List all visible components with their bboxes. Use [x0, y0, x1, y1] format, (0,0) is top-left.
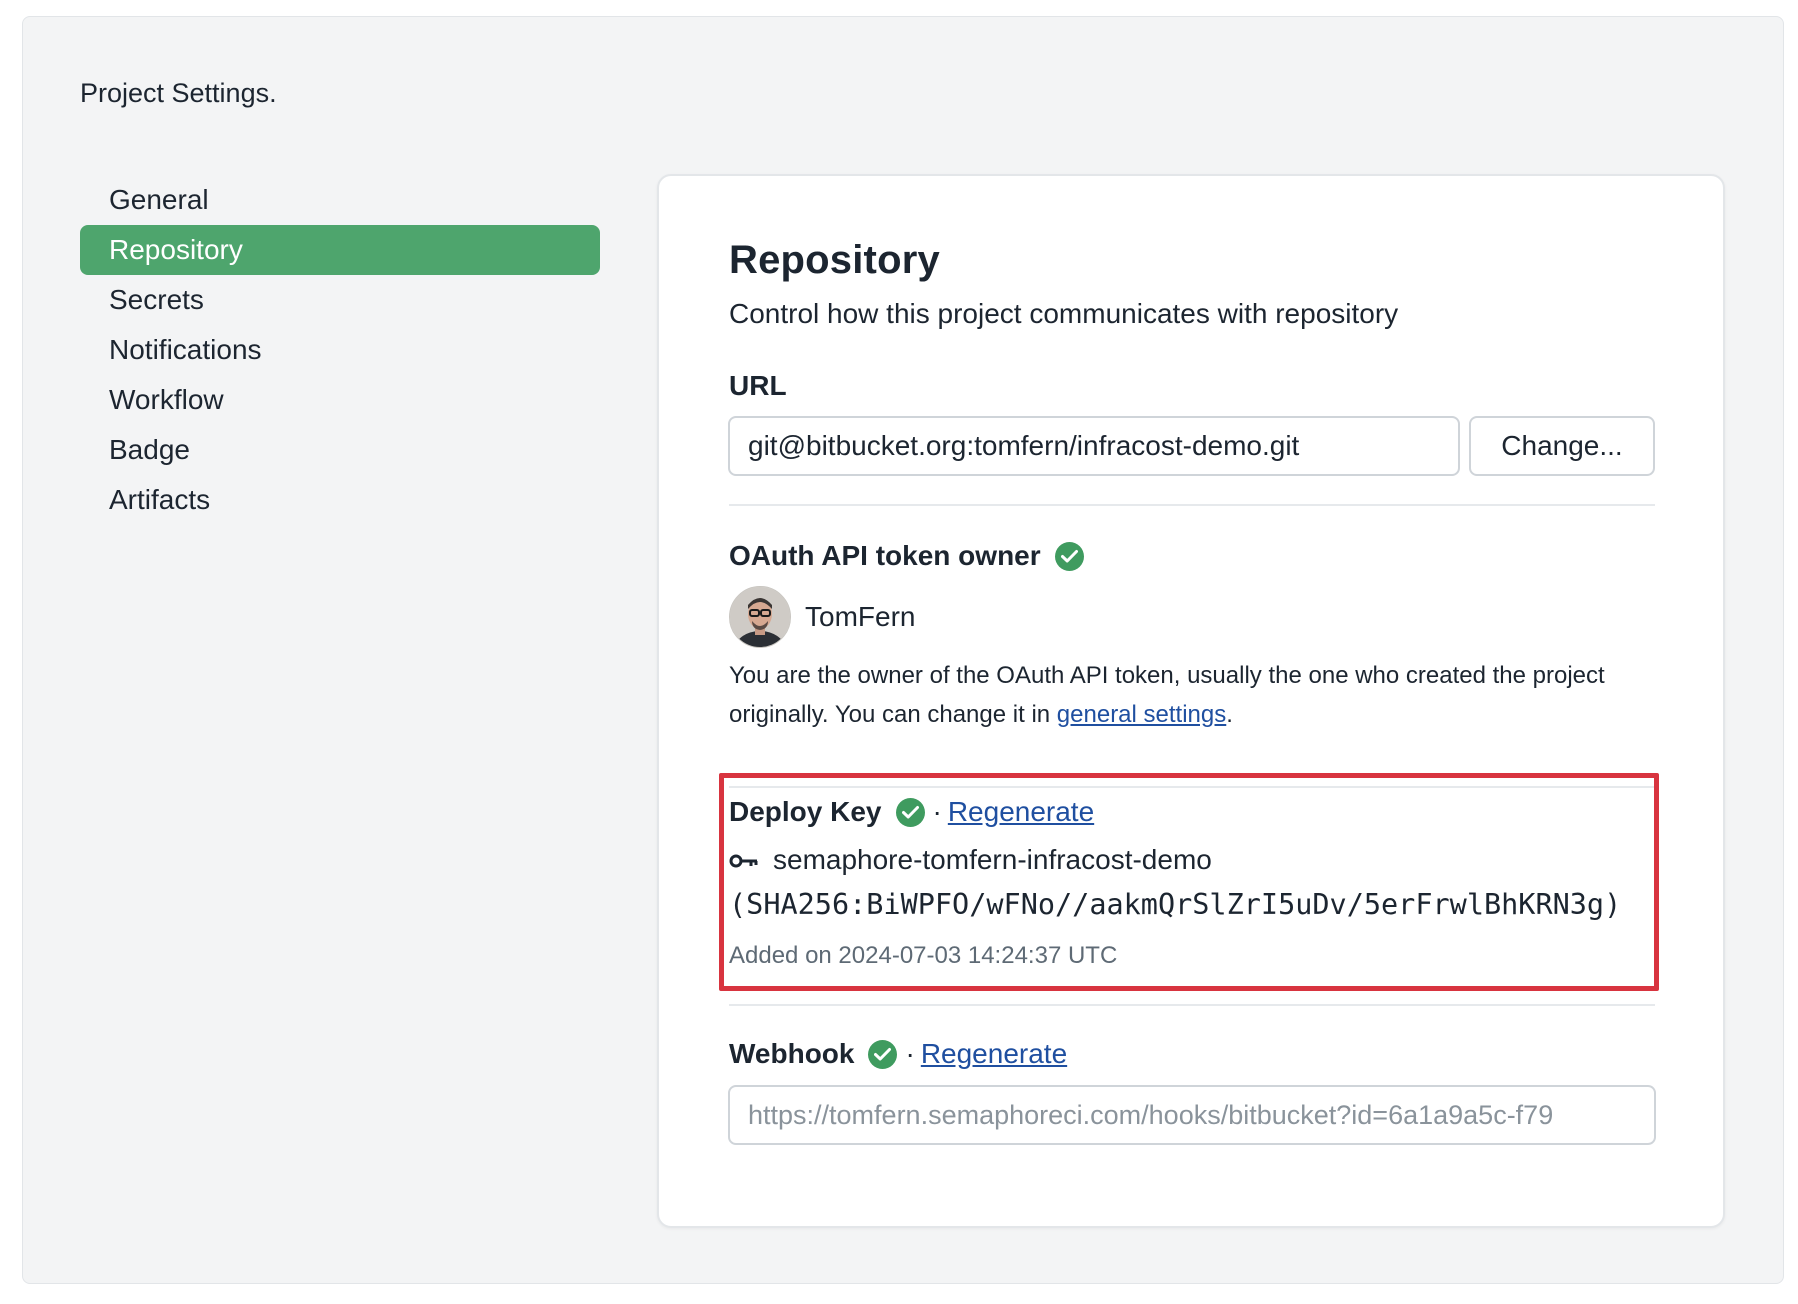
sidebar-item-secrets[interactable]: Secrets — [80, 275, 600, 325]
oauth-heading-label: OAuth API token owner — [729, 540, 1041, 571]
repository-url-field[interactable]: git@bitbucket.org:tomfern/infracost-demo… — [728, 416, 1460, 476]
oauth-description: You are the owner of the OAuth API token… — [729, 656, 1629, 734]
url-label: URL — [729, 370, 787, 401]
sidebar-item-badge[interactable]: Badge — [80, 425, 600, 475]
separator-dot: · — [905, 1038, 915, 1069]
settings-sidebar: General Repository Secrets Notifications… — [80, 175, 600, 525]
page-title: Repository — [729, 238, 940, 282]
webhook-heading: Webhook · Regenerate — [729, 1038, 1067, 1070]
webhook-url-field[interactable]: https://tomfern.semaphoreci.com/hooks/bi… — [728, 1085, 1656, 1145]
deploy-key-highlight-box — [719, 773, 1659, 991]
divider — [729, 504, 1655, 506]
oauth-description-end: . — [1226, 701, 1233, 728]
sidebar-item-artifacts[interactable]: Artifacts — [80, 475, 600, 525]
sidebar-item-notifications[interactable]: Notifications — [80, 325, 600, 375]
general-settings-link[interactable]: general settings — [1057, 701, 1226, 728]
check-circle-icon — [868, 1039, 898, 1069]
webhook-heading-label: Webhook — [729, 1038, 855, 1069]
owner-name: TomFern — [805, 601, 916, 632]
oauth-heading: OAuth API token owner — [729, 540, 1084, 572]
regenerate-webhook-link[interactable]: Regenerate — [921, 1038, 1067, 1070]
sidebar-item-workflow[interactable]: Workflow — [80, 375, 600, 425]
avatar — [729, 586, 791, 648]
oauth-owner: TomFern — [729, 586, 915, 648]
sidebar-item-general[interactable]: General — [80, 175, 600, 225]
change-url-button[interactable]: Change... — [1469, 416, 1655, 476]
page-subtitle: Control how this project communicates wi… — [729, 298, 1399, 329]
repository-panel: Repository Control how this project comm… — [657, 174, 1725, 1228]
sidebar-item-repository[interactable]: Repository — [80, 225, 600, 275]
breadcrumb: Project Settings. — [80, 78, 277, 108]
check-circle-icon — [1054, 541, 1084, 571]
divider — [729, 1004, 1655, 1006]
